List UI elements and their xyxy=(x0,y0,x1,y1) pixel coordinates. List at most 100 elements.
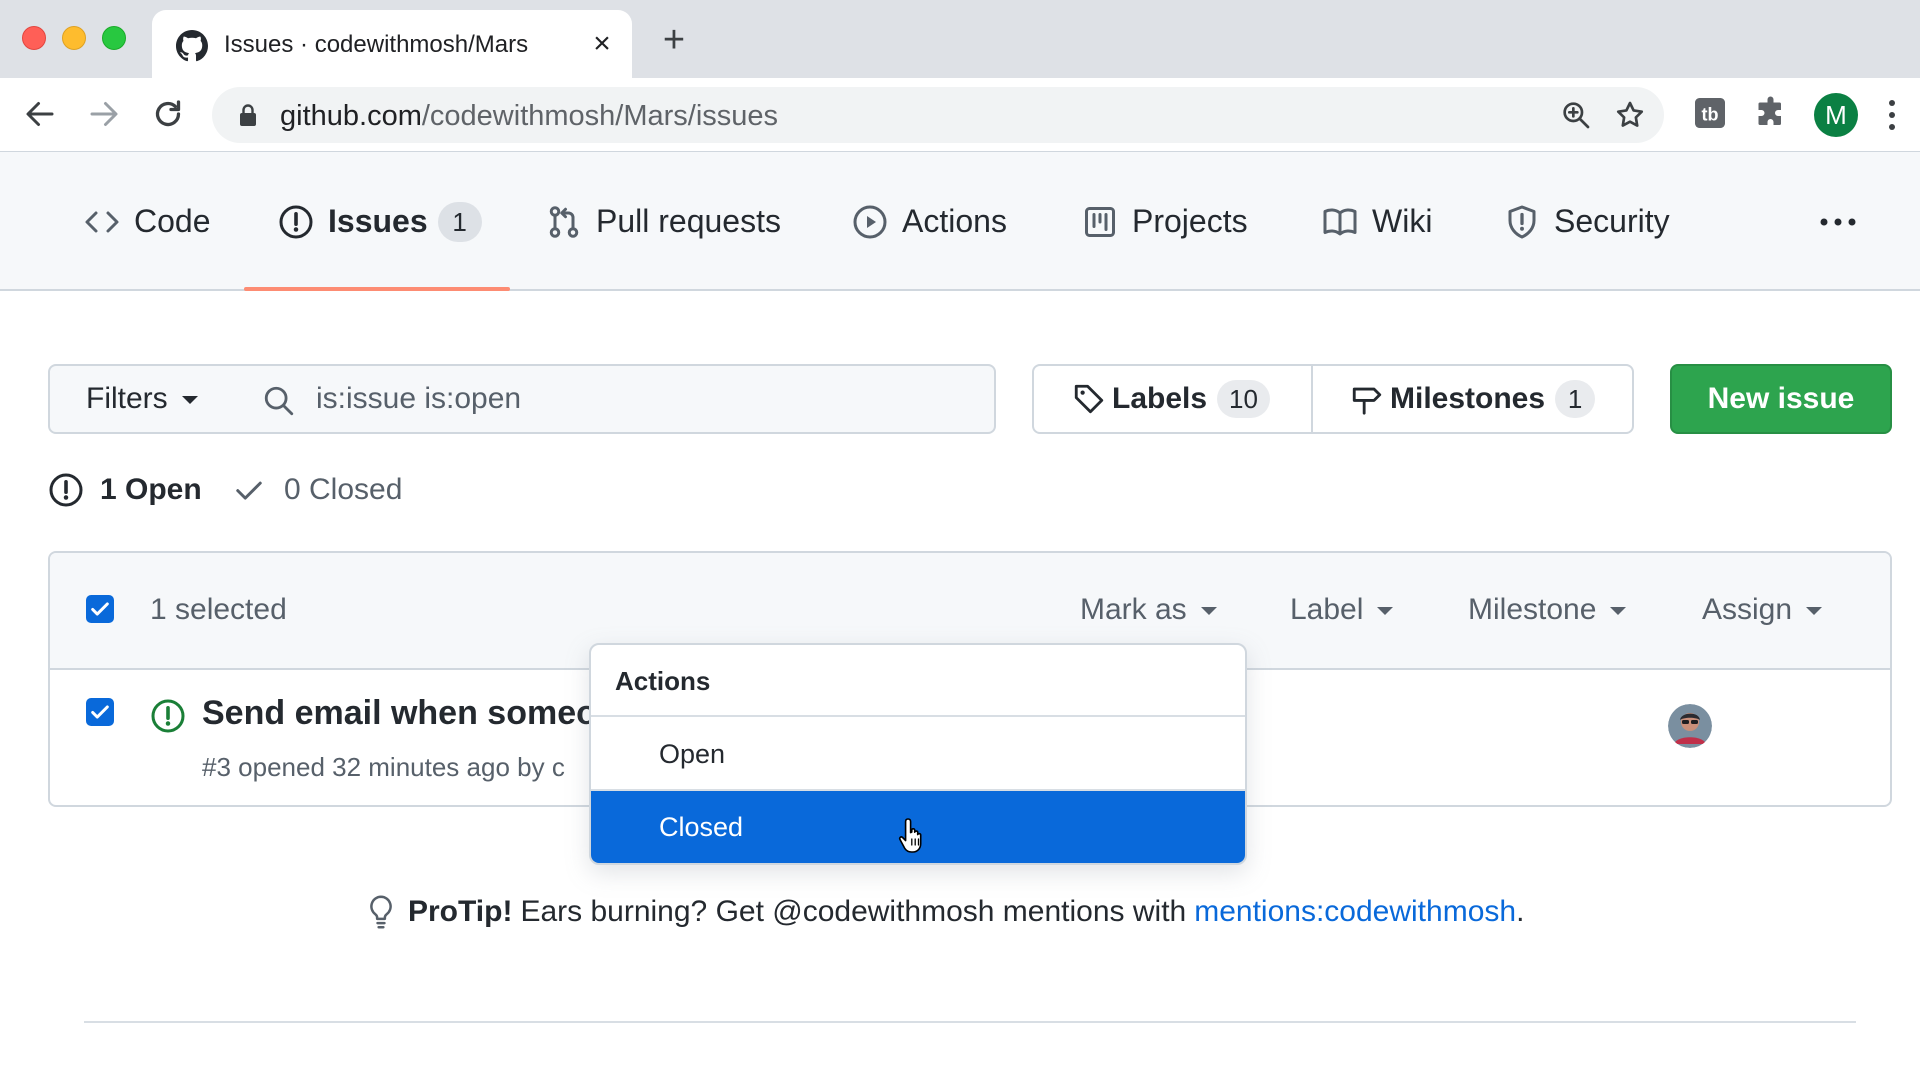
reload-icon[interactable] xyxy=(150,96,186,132)
tag-icon xyxy=(1074,384,1104,414)
issue-meta: #3 opened 32 minutes ago by c xyxy=(202,752,565,782)
new-tab-button[interactable]: + xyxy=(656,21,692,59)
repo-nav: Code Issues 1 Pull requests Actions Proj… xyxy=(0,152,1920,291)
labels-label: Labels xyxy=(1112,382,1208,415)
light-bulb-icon xyxy=(370,895,392,929)
filters-button[interactable]: Filters xyxy=(48,364,246,434)
code-icon xyxy=(85,211,119,232)
extension-tb-icon[interactable]: tb xyxy=(1692,95,1728,131)
issue-title-link[interactable]: Send email when someone xyxy=(202,694,637,733)
issue-opened-icon xyxy=(279,205,313,238)
shield-icon xyxy=(1508,205,1536,238)
tab-close-icon[interactable]: × xyxy=(586,28,618,60)
browser-tab-strip: Issues · codewithmosh/Mars × + xyxy=(0,0,1920,78)
milestones-counter: 1 xyxy=(1555,380,1596,418)
protip-end: . xyxy=(1516,895,1525,928)
tab-label: Pull requests xyxy=(596,203,781,239)
check-icon xyxy=(236,481,262,500)
search-icon xyxy=(264,386,294,416)
caret-down-icon xyxy=(1200,607,1217,616)
tab-actions[interactable]: Actions xyxy=(852,152,1007,291)
tab-label: Actions xyxy=(902,203,1007,239)
milestones-label: Milestones xyxy=(1390,382,1546,415)
tab-wiki[interactable]: Wiki xyxy=(1322,152,1432,291)
issue-opened-icon xyxy=(49,473,83,507)
tab-label: Projects xyxy=(1132,203,1248,239)
star-bookmark-icon[interactable] xyxy=(1614,99,1646,131)
issues-counter: 1 xyxy=(437,201,482,242)
new-issue-button[interactable]: New issue xyxy=(1670,364,1892,434)
tab-issues[interactable]: Issues 1 xyxy=(278,152,482,291)
protip: ProTip! Ears burning? Get @codewithmosh … xyxy=(366,892,1524,932)
labels-button[interactable]: Labels 10 xyxy=(1072,366,1270,432)
profile-avatar[interactable]: M xyxy=(1814,93,1858,137)
milestone-menu[interactable]: Milestone xyxy=(1468,593,1627,627)
milestones-button[interactable]: Milestones 1 xyxy=(1350,366,1596,432)
dropdown-header: Actions xyxy=(591,645,1245,717)
checkmark-icon xyxy=(91,602,109,616)
labels-milestones-group: Labels 10 Milestones 1 xyxy=(1032,364,1634,434)
assignee-avatar[interactable] xyxy=(1668,704,1712,748)
filters-label: Filters xyxy=(86,382,168,415)
checkmark-icon xyxy=(91,705,109,719)
browser-toolbar: github.com/codewithmosh/Mars/issues tb M xyxy=(0,78,1920,152)
milestone-icon xyxy=(1352,387,1382,415)
caret-down-icon xyxy=(1610,607,1627,616)
book-icon xyxy=(1323,207,1357,235)
label-menu[interactable]: Label xyxy=(1290,593,1394,627)
window-close-button[interactable] xyxy=(22,26,46,50)
puzzle-extensions-icon[interactable] xyxy=(1754,95,1790,131)
tab-pull-requests[interactable]: Pull requests xyxy=(546,152,781,291)
select-all-checkbox[interactable] xyxy=(86,595,114,623)
tab-projects[interactable]: Projects xyxy=(1082,152,1248,291)
lock-icon[interactable] xyxy=(238,103,258,127)
button-divider xyxy=(1311,366,1313,432)
protip-text: Ears burning? Get @codewithmosh mentions… xyxy=(520,895,1187,928)
selected-count: 1 selected xyxy=(150,593,287,626)
tab-security[interactable]: Security xyxy=(1504,152,1670,291)
browser-menu-icon[interactable] xyxy=(1886,98,1898,132)
browser-tab-active[interactable]: Issues · codewithmosh/Mars × xyxy=(152,10,632,78)
address-bar[interactable]: github.com/codewithmosh/Mars/issues xyxy=(212,87,1664,143)
tab-label: Wiki xyxy=(1372,203,1433,239)
forward-arrow-icon[interactable] xyxy=(86,96,122,132)
issue-checkbox[interactable] xyxy=(86,698,114,726)
project-icon xyxy=(1085,206,1115,237)
git-pull-request-icon xyxy=(549,205,579,238)
caret-down-icon xyxy=(181,396,198,405)
url-path: /codewithmosh/Mars/issues xyxy=(421,100,779,132)
hand-pointer-cursor-icon xyxy=(898,818,922,853)
footer-divider xyxy=(84,1021,1856,1023)
url-text[interactable]: github.com/codewithmosh/Mars/issues xyxy=(280,101,778,131)
issue-search-box[interactable] xyxy=(244,364,996,434)
tab-code[interactable]: Code xyxy=(84,152,211,291)
protip-lead: ProTip! xyxy=(408,895,513,928)
caret-down-icon xyxy=(1806,607,1823,616)
open-issues-link[interactable]: 1 Open xyxy=(48,470,202,510)
issue-opened-green-icon xyxy=(151,699,185,733)
window-minimize-button[interactable] xyxy=(62,26,86,50)
mark-as-menu[interactable]: Mark as xyxy=(1080,593,1217,627)
protip-link[interactable]: mentions:codewithmosh xyxy=(1194,895,1516,929)
github-logo-icon xyxy=(176,30,208,62)
play-icon xyxy=(853,205,887,238)
open-count-label: 1 Open xyxy=(100,473,202,506)
search-input[interactable] xyxy=(316,366,976,432)
zoom-icon[interactable] xyxy=(1560,99,1592,131)
back-arrow-icon[interactable] xyxy=(22,96,58,132)
labels-counter: 10 xyxy=(1217,380,1270,418)
tab-label: Issues xyxy=(328,203,428,239)
dropdown-option-open[interactable]: Open xyxy=(591,717,1245,791)
window-maximize-button[interactable] xyxy=(102,26,126,50)
menu-label: Assign xyxy=(1702,593,1793,626)
caret-down-icon xyxy=(1377,607,1394,616)
active-tab-underline xyxy=(244,287,510,291)
tab-label: Security xyxy=(1554,203,1670,239)
closed-count-label: 0 Closed xyxy=(284,473,403,506)
more-horizontal-icon[interactable] xyxy=(1818,204,1858,240)
tab-title: Issues · codewithmosh/Mars xyxy=(224,31,529,58)
svg-text:tb: tb xyxy=(1702,105,1719,125)
url-host: github.com xyxy=(280,100,422,132)
closed-issues-link[interactable]: 0 Closed xyxy=(234,470,402,510)
assign-menu[interactable]: Assign xyxy=(1702,593,1823,627)
